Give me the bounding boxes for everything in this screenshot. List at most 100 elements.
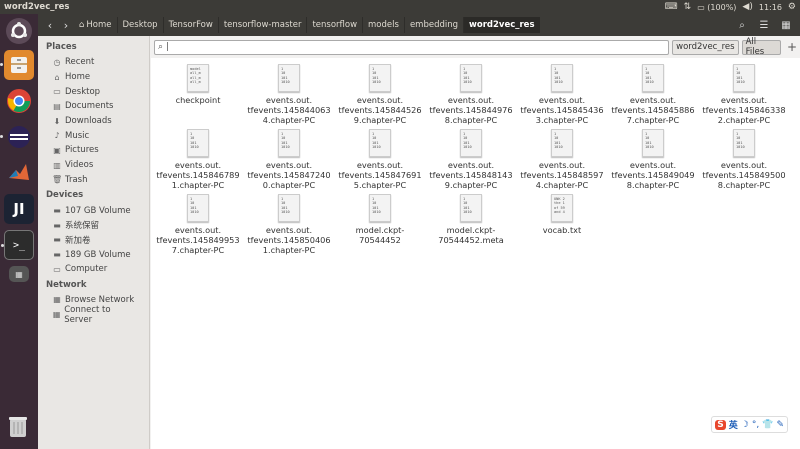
file-thumbnail-icon: 1 10 101 1010	[278, 194, 300, 222]
file-item[interactable]: 1 10 101 1010 events.out. tfevents.145844…	[428, 64, 514, 125]
sidebar-item-189gb-volume[interactable]: ▬ 189 GB Volume	[38, 247, 149, 262]
clock[interactable]: 11:16	[759, 3, 782, 12]
file-item[interactable]: 1 10 101 1010 events.out. tfevents.145846…	[701, 64, 787, 125]
file-item[interactable]: 1 10 101 1010 events.out. tfevents.145845…	[610, 64, 696, 125]
file-item[interactable]: 1 10 101 1010 events.out. tfevents.145847…	[337, 129, 423, 190]
sidebar-item-connect-to-server[interactable]: ▦ Connect to Server	[38, 304, 149, 325]
file-name: events.out. tfevents.145847691 5.chapter…	[338, 160, 422, 190]
file-item[interactable]: model all_m all_m all_m checkpoint	[155, 64, 241, 105]
file-name: checkpoint	[175, 95, 221, 105]
volume-icon[interactable]: ◀)	[742, 2, 752, 12]
sidebar-item-videos[interactable]: ▥ Videos	[38, 158, 149, 173]
view-grid-button[interactable]: ▦	[776, 17, 796, 33]
top-panel: word2vec_res ⌨ ⇅ ▭ (100%) ◀) 11:16 ⚙	[0, 0, 800, 14]
file-thumbnail-icon: 1 10 101 1010	[187, 194, 209, 222]
add-search-criteria-button[interactable]: +	[787, 40, 797, 54]
breadcrumb-tensorflow[interactable]: tensorflow	[306, 17, 362, 33]
file-item[interactable]: 1 10 101 1010 events.out. tfevents.145846…	[155, 129, 241, 190]
sidebar-item-label: Connect to Server	[64, 304, 111, 325]
view-list-button[interactable]: ☰	[754, 17, 774, 33]
file-thumbnail-icon: 1 10 101 1010	[642, 64, 664, 92]
file-item[interactable]: 1 10 101 1010 events.out. tfevents.145844…	[246, 64, 332, 125]
grid-icon: ▦	[781, 19, 791, 31]
file-item[interactable]: 1 10 101 1010 events.out. tfevents.145844…	[337, 64, 423, 125]
network-arrows-icon[interactable]: ⇅	[684, 2, 692, 12]
toolbar-actions: ⌕ ☰ ▦	[732, 17, 796, 33]
terminal-launcher[interactable]: >_	[1, 230, 34, 260]
file-thumbnail-icon: 1 10 101 1010	[460, 129, 482, 157]
sidebar-item-label: 107 GB Volume	[65, 205, 131, 216]
sidebar-item-pictures[interactable]: ▣ Pictures	[38, 143, 149, 158]
file-item[interactable]: 1 10 101 1010 events.out. tfevents.145848…	[428, 129, 514, 190]
keyboard-icon[interactable]: ⌨	[665, 2, 678, 12]
punctuation-icon: °,	[751, 419, 760, 430]
forward-button[interactable]: ›	[58, 17, 74, 33]
sidebar-item-label: Music	[65, 130, 90, 141]
search-input[interactable]: ⌕ |	[154, 39, 670, 55]
sidebar-item-label: 新加卷	[65, 235, 91, 246]
sidebar-item-new-volume[interactable]: ▬ 新加卷	[38, 233, 149, 248]
matlab-icon	[9, 164, 29, 180]
sidebar-item-computer[interactable]: ▭ Computer	[38, 262, 149, 277]
drive-icon: ▬	[53, 220, 61, 230]
breadcrumb-home[interactable]: ⌂ Home	[74, 17, 117, 33]
sidebar-item-downloads[interactable]: ⬇ Downloads	[38, 114, 149, 129]
file-item[interactable]: 1 10 101 1010 model.ckpt- 70544452.meta	[428, 194, 514, 245]
sidebar-item-recent[interactable]: ◷ Recent	[38, 55, 149, 70]
file-name: events.out. tfevents.145847240 0.chapter…	[247, 160, 331, 190]
file-name: vocab.txt	[542, 225, 582, 235]
back-button[interactable]: ‹	[42, 17, 58, 33]
ime-mode-label: 英	[728, 421, 738, 431]
file-thumbnail-icon: 1 10 101 1010	[278, 64, 300, 92]
file-item[interactable]: 1 10 101 1010 events.out. tfevents.145847…	[246, 129, 332, 190]
chrome-launcher[interactable]	[4, 86, 34, 116]
video-icon: ▥	[53, 160, 61, 170]
search-button[interactable]: ⌕	[732, 17, 752, 33]
intellij-icon: JI	[13, 200, 25, 218]
network-icon: ▦	[53, 295, 61, 305]
eclipse-launcher[interactable]	[0, 122, 34, 152]
input-method-toolbar[interactable]: S 英 ☽ °, 👕 ✎	[711, 416, 788, 433]
places-header: Places	[46, 42, 77, 52]
breadcrumb-embedding[interactable]: embedding	[403, 17, 463, 33]
file-name: model.ckpt- 70544452.meta	[438, 225, 504, 245]
file-item[interactable]: UNK 2 the 1 of 59 and 4 vocab.txt	[519, 194, 605, 235]
file-item[interactable]: 1 10 101 1010 events.out. tfevents.145849…	[610, 129, 696, 190]
sidebar-item-home[interactable]: ⌂ Home	[38, 70, 149, 85]
drive-icon: ▬	[53, 206, 61, 216]
sidebar-item-system-reserved[interactable]: ▬ 系统保留	[38, 218, 149, 233]
file-item[interactable]: 1 10 101 1010 events.out. tfevents.145849…	[701, 129, 787, 190]
battery-indicator[interactable]: ▭ (100%)	[697, 3, 736, 12]
workspace-switcher[interactable]: ▦	[9, 266, 29, 282]
sidebar-item-107gb-volume[interactable]: ▬ 107 GB Volume	[38, 203, 149, 218]
dash-button[interactable]	[6, 18, 32, 44]
sidebar-item-desktop[interactable]: ▭ Desktop	[38, 84, 149, 99]
file-item[interactable]: 1 10 101 1010 events.out. tfevents.145850…	[246, 194, 332, 255]
trash-icon: 🗑	[52, 175, 63, 185]
breadcrumb-desktop[interactable]: Desktop	[116, 17, 163, 33]
file-item[interactable]: 1 10 101 1010 events.out. tfevents.145848…	[519, 129, 605, 190]
breadcrumb-tensorflow-master[interactable]: tensorflow-master	[217, 17, 307, 33]
intellij-launcher[interactable]: JI	[4, 194, 34, 224]
search-scope-all-files[interactable]: All Files	[741, 37, 781, 57]
file-item[interactable]: 1 10 101 1010 events.out. tfevents.145849…	[155, 194, 241, 255]
file-thumbnail-icon: 1 10 101 1010	[460, 64, 482, 92]
terminal-icon: >_	[12, 239, 26, 251]
sidebar-item-music[interactable]: ♪ Music	[38, 128, 149, 143]
music-icon: ♪	[54, 131, 60, 141]
files-launcher[interactable]	[0, 50, 34, 80]
trash-launcher[interactable]	[4, 412, 32, 443]
breadcrumb-tensorfow[interactable]: TensorFow	[162, 17, 218, 33]
moon-icon: ☽	[740, 419, 749, 430]
breadcrumb-models[interactable]: models	[362, 17, 404, 33]
search-scope-current-folder[interactable]: word2vec_res	[672, 39, 739, 55]
breadcrumb-word2vec-res[interactable]: word2vec_res	[463, 17, 540, 33]
gear-icon[interactable]: ⚙	[788, 2, 796, 12]
file-item[interactable]: 1 10 101 1010 model.ckpt- 70544452	[337, 194, 423, 245]
file-item[interactable]: 1 10 101 1010 events.out. tfevents.145845…	[519, 64, 605, 125]
sidebar-item-trash[interactable]: 🗑 Trash	[38, 173, 149, 188]
chrome-icon	[7, 89, 31, 113]
sidebar-item-label: Recent	[65, 57, 95, 68]
matlab-launcher[interactable]	[4, 158, 34, 188]
sidebar-item-documents[interactable]: ▤ Documents	[38, 99, 149, 114]
